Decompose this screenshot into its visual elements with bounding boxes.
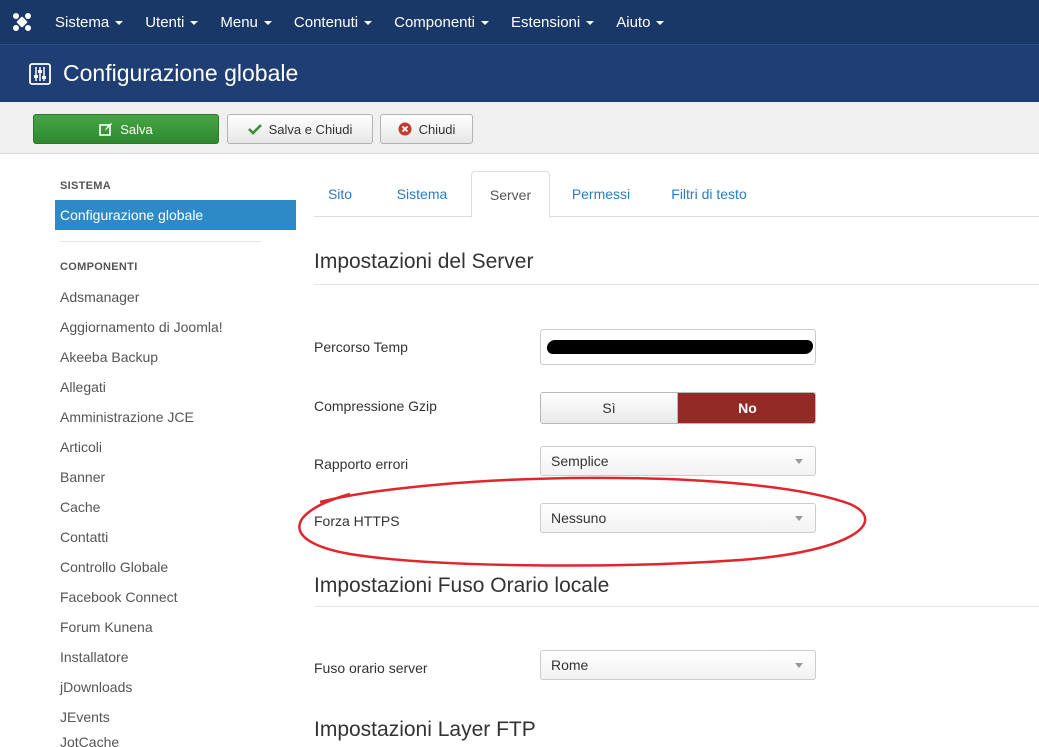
sidebar-item[interactable]: Akeeba Backup [60, 349, 158, 365]
joomla-logo-icon[interactable] [0, 0, 44, 44]
gzip-yes-option[interactable]: Sì [541, 393, 678, 423]
sidebar-item-global-configuration[interactable]: Configurazione globale [55, 200, 296, 230]
timezone-select[interactable]: Rome [540, 650, 816, 680]
close-label: Chiudi [418, 121, 456, 137]
force-https-select[interactable]: Nessuno [540, 503, 816, 533]
save-and-close-button[interactable]: Salva e Chiudi [227, 114, 373, 144]
menu-label: Contenuti [293, 13, 359, 31]
sidebar-item[interactable]: Amministrazione JCE [60, 409, 194, 425]
sidebar-heading-components: COMPONENTI [60, 261, 138, 273]
edit-icon [99, 122, 113, 136]
dropdown-arrow-icon [795, 663, 803, 668]
sidebar-item[interactable]: Installatore [60, 649, 128, 665]
menu-aiuto[interactable]: Aiuto [605, 0, 675, 44]
temp-path-label: Percorso Temp [314, 339, 408, 355]
checkmark-icon [247, 123, 262, 135]
gzip-toggle: Sì No [540, 392, 816, 424]
sidebar-item[interactable]: Cache [60, 499, 100, 515]
sidebar-item[interactable]: JEvents [60, 709, 110, 725]
close-circle-icon [398, 122, 412, 136]
sidebar: SISTEMA Configurazione globale COMPONENT… [0, 154, 296, 747]
menu-label: Aiuto [616, 13, 651, 31]
section-divider [314, 284, 1039, 285]
caret-down-icon [115, 21, 124, 25]
menu-sistema[interactable]: Sistema [44, 0, 134, 44]
tab-text-filters[interactable]: Filtri di testo [654, 171, 764, 217]
caret-down-icon [190, 21, 199, 25]
toolbar: Salva Salva e Chiudi Chiudi [0, 102, 1039, 154]
menu-label: Estensioni [511, 13, 581, 31]
error-report-select[interactable]: Semplice [540, 446, 816, 476]
force-https-value: Nessuno [551, 510, 607, 526]
menu-contenuti[interactable]: Contenuti [283, 0, 383, 44]
sidebar-item[interactable]: Forum Kunena [60, 619, 153, 635]
sidebar-item[interactable]: JotCache [60, 734, 119, 747]
menu-label: Componenti [394, 13, 476, 31]
page-title: Configurazione globale [63, 60, 299, 86]
caret-down-icon [656, 21, 665, 25]
sidebar-item[interactable]: Adsmanager [60, 289, 139, 305]
caret-down-icon [481, 21, 490, 25]
menu-label: Menu [220, 13, 258, 31]
tab-system[interactable]: Sistema [378, 171, 466, 217]
save-and-close-label: Salva e Chiudi [268, 121, 353, 137]
tab-bar: Sito Sistema Server Permessi Filtri di t… [314, 171, 1039, 218]
error-report-value: Semplice [551, 453, 609, 469]
tab-permissions[interactable]: Permessi [560, 171, 642, 217]
menu-menu[interactable]: Menu [209, 0, 283, 44]
server-settings-title: Impostazioni del Server [314, 250, 534, 273]
save-label: Salva [120, 121, 153, 137]
sidebar-item[interactable]: Allegati [60, 379, 106, 395]
main-content: Sito Sistema Server Permessi Filtri di t… [296, 154, 1039, 747]
sidebar-item[interactable]: Articoli [60, 439, 102, 455]
sidebar-divider [60, 241, 262, 242]
save-button[interactable]: Salva [33, 114, 219, 144]
dropdown-arrow-icon [795, 516, 803, 521]
ftp-settings-title: Impostazioni Layer FTP [314, 718, 536, 741]
gzip-no-option[interactable]: No [678, 393, 815, 423]
menu-componenti[interactable]: Componenti [383, 0, 500, 44]
section-divider [314, 606, 1039, 607]
menu-estensioni[interactable]: Estensioni [500, 0, 605, 44]
force-https-label: Forza HTTPS [314, 513, 400, 529]
locale-settings-title: Impostazioni Fuso Orario locale [314, 574, 610, 597]
tab-server[interactable]: Server [471, 171, 550, 218]
menu-label: Sistema [55, 13, 110, 31]
sidebar-item[interactable]: jDownloads [60, 679, 132, 695]
error-report-label: Rapporto errori [314, 456, 409, 472]
sidebar-item[interactable]: Controllo Globale [60, 559, 168, 575]
sidebar-item[interactable]: Aggiornamento di Joomla! [60, 319, 223, 335]
timezone-label: Fuso orario server [314, 660, 428, 676]
equalizer-icon [29, 62, 51, 85]
menu-utenti[interactable]: Utenti [134, 0, 209, 44]
menu-label: Utenti [145, 13, 185, 31]
gzip-label: Compressione Gzip [314, 398, 437, 414]
sidebar-heading-system: SISTEMA [60, 180, 111, 192]
caret-down-icon [364, 21, 373, 25]
dropdown-arrow-icon [795, 459, 803, 464]
tab-site[interactable]: Sito [314, 171, 366, 217]
redacted-value [546, 340, 814, 354]
caret-down-icon [586, 21, 595, 25]
timezone-value: Rome [551, 657, 589, 673]
caret-down-icon [263, 21, 272, 25]
temp-path-input[interactable] [540, 329, 816, 365]
sidebar-item[interactable]: Banner [60, 469, 105, 485]
close-button[interactable]: Chiudi [380, 114, 473, 144]
sidebar-item[interactable]: Contatti [60, 529, 108, 545]
page-header: Configurazione globale [0, 44, 1039, 102]
top-menubar: Sistema Utenti Menu Contenuti Componenti… [0, 0, 1039, 44]
sidebar-item[interactable]: Facebook Connect [60, 589, 178, 605]
